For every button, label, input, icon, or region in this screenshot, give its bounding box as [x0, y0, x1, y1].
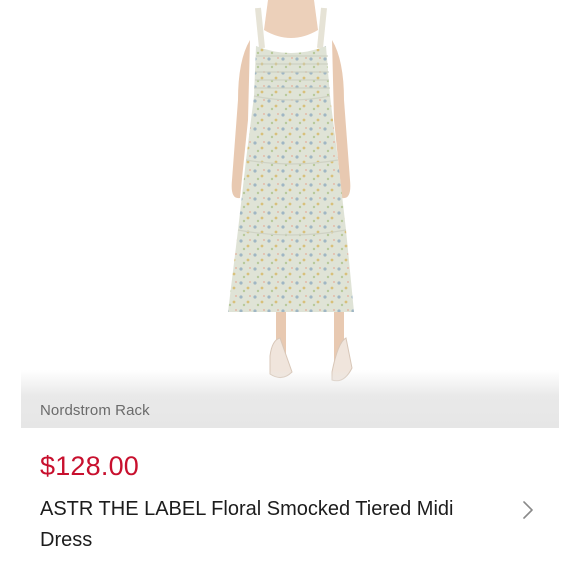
product-price: $128.00 — [40, 451, 139, 481]
product-image[interactable] — [0, 0, 580, 428]
chevron-right-icon[interactable] — [520, 500, 536, 520]
product-title-row[interactable]: ASTR THE LABEL Floral Smocked Tiered Mid… — [40, 494, 560, 556]
dress-photo-icon — [228, 0, 354, 382]
seller-strip — [21, 370, 559, 428]
product-title[interactable]: ASTR THE LABEL Floral Smocked Tiered Mid… — [40, 494, 510, 556]
seller-name[interactable]: Nordstrom Rack — [40, 402, 150, 419]
product-card: Nordstrom Rack $128.00 ASTR THE LABEL Fl… — [0, 0, 580, 580]
